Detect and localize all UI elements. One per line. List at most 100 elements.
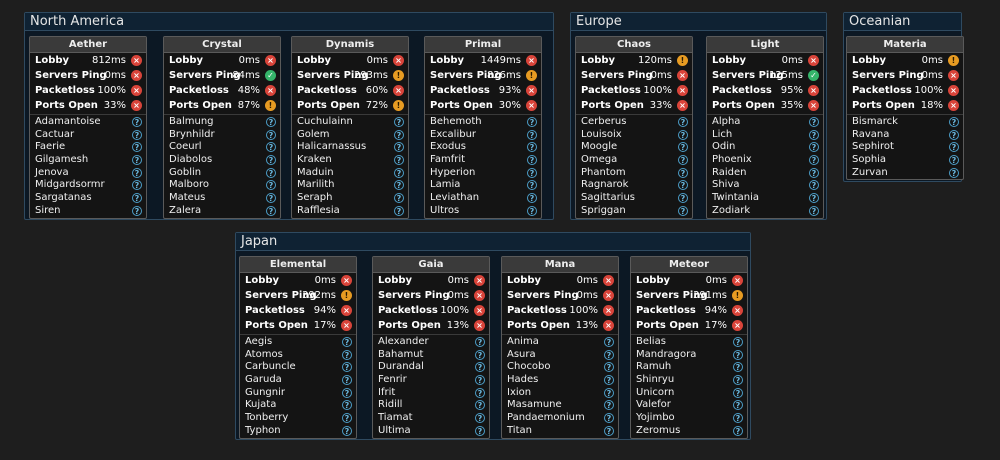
world-row: Zeromus? (631, 425, 747, 438)
unknown-status-icon: ? (394, 193, 404, 204)
world-row: Odin? (707, 141, 823, 154)
world-name: Zeromus (636, 424, 681, 436)
world-name: Unicorn (636, 386, 675, 398)
ok-icon: ✓ (808, 70, 819, 81)
stat-value: 18% (920, 100, 943, 111)
world-name: Phoenix (712, 154, 752, 166)
stat-value: 17% (313, 320, 336, 331)
warning-icon: ! (393, 70, 404, 81)
world-row: Phantom? (576, 167, 692, 180)
world-name: Golem (297, 128, 330, 140)
datacenter-card-chaos: Chaos Lobby 120ms! Servers Ping 0ms × Packetlo… (575, 36, 693, 219)
stat-row-lobby: Lobby 0ms × (707, 53, 823, 68)
datacenter-name: Materia (847, 37, 963, 53)
world-row: Behemoth? (425, 116, 541, 129)
stat-row-packetloss: Packetloss 95% × (707, 83, 823, 98)
unknown-status-icon: ? (733, 337, 743, 347)
divider (631, 334, 747, 335)
unknown-status-icon: ? (342, 413, 352, 424)
stat-value: 95% (780, 85, 803, 96)
unknown-status-icon: ? (342, 349, 352, 360)
unknown-status-icon: ? (527, 142, 537, 153)
world-name: Ramuh (636, 361, 672, 373)
unknown-status-icon: ? (475, 349, 485, 360)
stat-label: Packetloss (712, 85, 772, 96)
unknown-status-icon: ? (809, 193, 819, 204)
unknown-status-icon: ? (604, 349, 614, 360)
stat-value: 0ms (921, 55, 943, 66)
error-icon: × (474, 305, 485, 316)
unknown-status-icon: ? (949, 117, 959, 127)
stat-row-servers-ping: Servers Ping 0ms × (847, 68, 963, 83)
world-row: Jenova? (30, 167, 146, 180)
stat-row-ports-open: Ports Open 30% × (425, 98, 541, 113)
world-name: Atomos (245, 348, 283, 360)
world-name: Faerie (35, 141, 66, 153)
region-title: Japan (241, 234, 278, 249)
world-name: Behemoth (430, 116, 482, 127)
stat-label: Lobby (507, 275, 542, 286)
error-icon: × (603, 275, 614, 286)
stat-row-ports-open: Ports Open 17% × (240, 318, 356, 333)
unknown-status-icon: ? (678, 155, 688, 166)
world-name: Sargatanas (35, 192, 92, 204)
error-icon: × (341, 305, 352, 316)
stat-label: Lobby (852, 55, 887, 66)
world-name: Ifrit (378, 386, 396, 398)
stat-label: Lobby (35, 55, 70, 66)
stat-value: 30% (498, 100, 521, 111)
warning-icon: ! (341, 290, 352, 301)
world-row: Balmung? (164, 116, 280, 129)
warning-icon: ! (732, 290, 743, 301)
unknown-status-icon: ? (809, 129, 819, 140)
unknown-status-icon: ? (527, 129, 537, 140)
world-row: Bahamut? (373, 349, 489, 362)
unknown-status-icon: ? (678, 117, 688, 127)
stat-row-ports-open: Ports Open 13% × (373, 318, 489, 333)
unknown-status-icon: ? (527, 205, 537, 216)
world-row: Maduin? (292, 167, 408, 180)
stat-row-lobby: Lobby 0ms × (292, 53, 408, 68)
world-name: Mandragora (636, 348, 697, 360)
divider (847, 114, 963, 115)
stat-row-ports-open: Ports Open 87%! (164, 98, 280, 113)
world-row: Mandragora? (631, 349, 747, 362)
world-name: Malboro (169, 179, 210, 191)
stat-row-servers-ping: Servers Ping 392ms! (240, 288, 356, 303)
world-name: Lamia (430, 179, 461, 191)
unknown-status-icon: ? (342, 375, 352, 386)
stat-row-packetloss: Packetloss 94% × (240, 303, 356, 318)
world-name: Sagittarius (581, 192, 636, 204)
warning-icon: ! (677, 55, 688, 66)
world-row: Excalibur? (425, 129, 541, 142)
world-row: Yojimbo? (631, 412, 747, 425)
world-row: Twintania? (707, 192, 823, 205)
error-icon: × (808, 85, 819, 96)
region-panel-japan: Japan Elemental Lobby 0ms × Servers Ping 392ms… (235, 232, 751, 440)
error-icon: × (265, 55, 276, 66)
world-row: Ifrit? (373, 387, 489, 400)
datacenter-name: Meteor (631, 257, 747, 273)
world-row: Goblin? (164, 167, 280, 180)
datacenter-name: Crystal (164, 37, 280, 53)
stat-value: 392ms (301, 290, 336, 301)
unknown-status-icon: ? (132, 129, 142, 140)
error-icon: × (677, 70, 688, 81)
unknown-status-icon: ? (678, 167, 688, 178)
stat-label: Packetloss (297, 85, 357, 96)
stat-label: Ports Open (852, 100, 915, 111)
stat-row-servers-ping: Servers Ping 0ms × (373, 288, 489, 303)
unknown-status-icon: ? (604, 337, 614, 347)
unknown-status-icon: ? (132, 193, 142, 204)
divider (373, 334, 489, 335)
stat-row-ports-open: Ports Open 72%! (292, 98, 408, 113)
world-row: Zurvan? (847, 167, 963, 180)
unknown-status-icon: ? (604, 413, 614, 424)
unknown-status-icon: ? (394, 167, 404, 178)
stat-label: Ports Open (35, 100, 98, 111)
error-icon: × (948, 70, 959, 81)
world-name: Titan (507, 424, 532, 436)
unknown-status-icon: ? (949, 129, 959, 140)
stat-value: 120ms (637, 55, 672, 66)
world-name: Hyperion (430, 166, 476, 178)
